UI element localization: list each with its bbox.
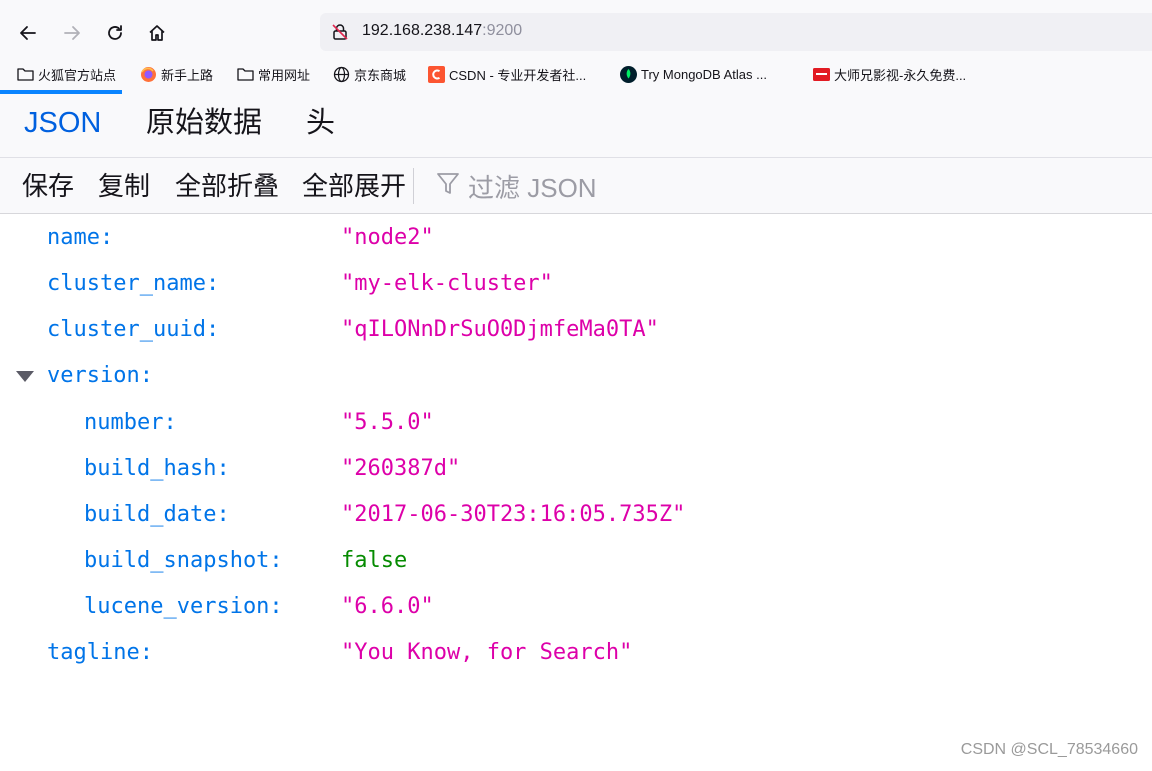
insecure-lock-icon[interactable] — [331, 23, 349, 45]
json-row-number[interactable]: number: "5.5.0" — [0, 400, 1152, 446]
json-row-cluster-uuid[interactable]: cluster_uuid: "qILONnDrSuO0DjmfeMa0TA" — [0, 307, 1152, 353]
json-value: "You Know, for Search" — [341, 640, 633, 665]
reload-icon — [105, 23, 125, 43]
json-value: "node2" — [341, 225, 434, 250]
json-key: version: — [47, 363, 153, 388]
bookmark-item[interactable]: 火狐官方站点 — [16, 64, 116, 84]
arrow-right-icon — [62, 23, 82, 43]
reload-button[interactable] — [100, 18, 130, 48]
bookmark-label: Try MongoDB Atlas ... — [641, 66, 767, 82]
json-value: "5.5.0" — [341, 410, 434, 435]
bookmark-label: 常用网址 — [258, 67, 311, 83]
bookmark-label: 京东商城 — [354, 67, 407, 83]
filter-funnel-icon — [436, 171, 460, 201]
json-key: cluster_uuid: — [47, 317, 220, 342]
bookmark-label: CSDN - 专业开发者社... — [449, 67, 587, 83]
json-row-lucene-version[interactable]: lucene_version: "6.6.0" — [0, 584, 1152, 630]
collapse-all-button[interactable]: 全部折叠 — [175, 158, 279, 214]
json-row-cluster-name[interactable]: cluster_name: "my-elk-cluster" — [0, 261, 1152, 307]
tab-json[interactable]: JSON — [24, 90, 101, 157]
json-key: number: — [84, 410, 177, 435]
json-row-tagline[interactable]: tagline: "You Know, for Search" — [0, 630, 1152, 676]
address-bar[interactable]: 192.168.238.147:9200 — [320, 13, 1152, 51]
bookmark-item[interactable]: CSDN - 专业开发者社... — [427, 64, 586, 84]
csdn-icon — [427, 65, 445, 83]
watermark: CSDN @SCL_78534660 — [960, 741, 1138, 758]
home-button[interactable] — [142, 18, 172, 48]
url-port: :9200 — [482, 22, 523, 39]
navigation-toolbar: 192.168.238.147:9200 — [0, 0, 1152, 58]
globe-icon — [332, 65, 350, 83]
json-key: build_hash: — [84, 456, 230, 481]
folder-icon — [236, 65, 254, 83]
json-row-name[interactable]: name: "node2" — [0, 215, 1152, 261]
json-row-build-snapshot[interactable]: build_snapshot: false — [0, 538, 1152, 584]
bookmark-item[interactable]: 新手上路 — [139, 64, 213, 84]
back-button[interactable] — [13, 18, 43, 48]
toolbar-divider — [413, 168, 414, 204]
bookmark-item[interactable]: 常用网址 — [236, 64, 310, 84]
json-toolbar: 保存 复制 全部折叠 全部展开 过滤 JSON — [0, 158, 1152, 214]
mongodb-leaf-icon — [619, 65, 637, 83]
save-button[interactable]: 保存 — [22, 158, 74, 214]
bookmark-label: 新手上路 — [161, 67, 214, 83]
bookmark-item[interactable]: 大师兄影视-永久免费... — [812, 64, 966, 84]
bookmark-item[interactable]: 京东商城 — [332, 64, 406, 84]
arrow-left-icon — [18, 23, 38, 43]
json-key: cluster_name: — [47, 271, 220, 296]
filter-json-input[interactable]: 过滤 JSON — [436, 158, 597, 214]
json-value: "260387d" — [341, 456, 461, 481]
copy-button[interactable]: 复制 — [98, 158, 150, 214]
json-value: "qILONnDrSuO0DjmfeMa0TA" — [341, 317, 659, 342]
bookmark-item[interactable]: Try MongoDB Atlas ... — [619, 64, 767, 84]
home-icon — [147, 23, 167, 43]
expand-triangle-icon[interactable] — [16, 371, 34, 382]
forward-button[interactable] — [57, 18, 87, 48]
json-row-build-hash[interactable]: build_hash: "260387d" — [0, 446, 1152, 492]
filter-placeholder: 过滤 JSON — [468, 172, 597, 203]
url-text[interactable]: 192.168.238.147:9200 — [362, 22, 522, 40]
site-favicon-icon — [812, 65, 830, 83]
json-row-build-date[interactable]: build_date: "2017-06-30T23:16:05.735Z" — [0, 492, 1152, 538]
json-key: lucene_version: — [84, 594, 283, 619]
json-value: "6.6.0" — [341, 594, 434, 619]
json-value: "my-elk-cluster" — [341, 271, 553, 296]
firefox-icon — [139, 65, 157, 83]
json-key: tagline: — [47, 640, 153, 665]
json-viewer-tabs: JSON 原始数据 头 — [0, 90, 1152, 158]
json-key: build_snapshot: — [84, 548, 283, 573]
expand-all-button[interactable]: 全部展开 — [302, 158, 406, 214]
bookmark-label: 火狐官方站点 — [38, 67, 117, 83]
tab-headers[interactable]: 头 — [306, 90, 335, 157]
json-key: build_date: — [84, 502, 230, 527]
bookmarks-toolbar: 火狐官方站点 新手上路 常用网址 京东商城 CSDN - 专业开发者社... T… — [0, 58, 1152, 90]
json-key: name: — [47, 225, 114, 250]
tab-raw-data[interactable]: 原始数据 — [146, 90, 262, 157]
json-row-version[interactable]: version: — [0, 353, 1152, 399]
url-host: 192.168.238.147 — [362, 22, 483, 39]
folder-icon — [16, 65, 34, 83]
json-value: "2017-06-30T23:16:05.735Z" — [341, 502, 686, 527]
bookmark-label: 大师兄影视-永久免费... — [834, 67, 967, 83]
json-value: false — [341, 548, 408, 573]
